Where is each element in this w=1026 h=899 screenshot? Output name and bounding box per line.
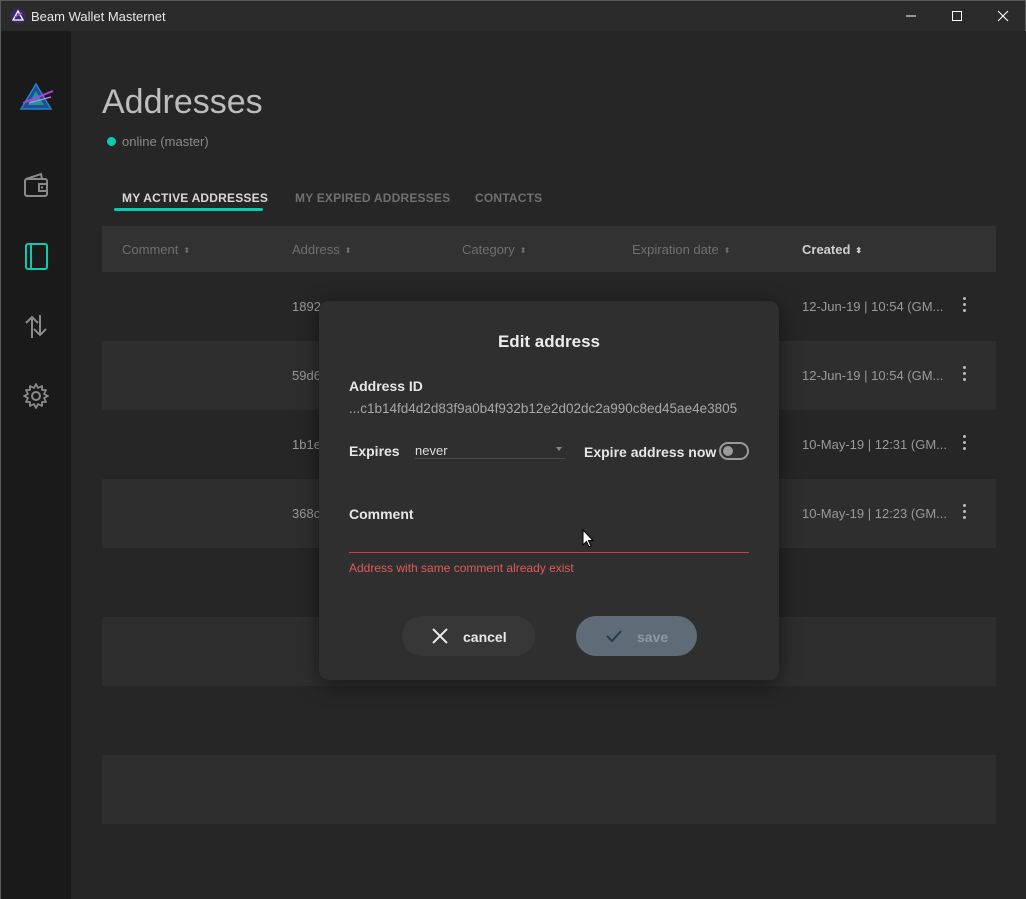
maximize-button[interactable] <box>934 1 980 31</box>
status-text: online (master) <box>122 134 209 149</box>
beam-logo-icon <box>19 82 54 110</box>
row-address: 59d6 <box>292 368 321 383</box>
table-row-empty <box>102 755 996 824</box>
cancel-button[interactable]: cancel <box>402 616 535 656</box>
column-header-comment[interactable]: Comment ⬍ <box>122 242 190 257</box>
transfer-arrows-icon <box>25 315 47 338</box>
address-book-icon <box>25 243 48 270</box>
comment-input[interactable] <box>349 531 749 553</box>
tab-my-active-addresses[interactable]: MY ACTIVE ADDRESSES <box>122 191 268 205</box>
row-menu-button[interactable] <box>957 294 971 318</box>
checkmark-icon <box>606 630 622 642</box>
expire-now-toggle[interactable] <box>719 442 749 460</box>
expires-label: Expires <box>349 443 400 459</box>
table-header: Comment ⬍ Address ⬍ Category ⬍ Expiration d… <box>102 226 996 272</box>
save-label: save <box>637 629 669 645</box>
sidebar-item-settings[interactable] <box>21 381 51 411</box>
sidebar-item-utxo[interactable] <box>21 311 51 341</box>
sort-icon: ⬍ <box>855 246 863 255</box>
mouse-cursor-icon <box>582 529 594 548</box>
expires-selected-value: never <box>415 443 448 458</box>
row-address: 368c <box>292 506 321 521</box>
toggle-knob <box>723 446 733 456</box>
sidebar <box>1 31 71 899</box>
column-header-expiration-date[interactable]: Expiration date ⬍ <box>632 242 730 257</box>
column-header-address[interactable]: Address ⬍ <box>292 242 351 257</box>
sidebar-item-addresses[interactable] <box>21 241 51 271</box>
edit-address-dialog: Edit address Address ID ...c1b14fd4d2d83… <box>319 301 779 680</box>
minimize-button[interactable] <box>888 1 934 31</box>
tab-contacts[interactable]: CONTACTS <box>475 191 542 205</box>
network-status: online (master) <box>107 134 209 150</box>
page-title: Addresses <box>102 83 263 121</box>
row-created: 12-Jun-19 | 10:54 (GM... <box>802 368 944 383</box>
comment-label: Comment <box>349 506 414 522</box>
beam-logo-icon <box>10 8 26 24</box>
save-button[interactable]: save <box>576 616 697 656</box>
sort-icon: ⬍ <box>183 246 191 255</box>
row-menu-button[interactable] <box>957 501 971 525</box>
address-id-value: ...c1b14fd4d2d83f9a0b4f932b12e2d02dc2a99… <box>349 401 738 416</box>
row-created: 10-May-19 | 12:31 (GM... <box>802 437 947 452</box>
gear-icon <box>23 383 49 409</box>
close-icon <box>997 10 1009 22</box>
sidebar-item-wallet[interactable] <box>21 171 51 201</box>
minimize-icon <box>906 15 916 17</box>
tab-my-expired-addresses[interactable]: MY EXPIRED ADDRESSES <box>295 191 450 205</box>
row-address: 1892 <box>292 299 321 314</box>
sort-icon: ⬍ <box>723 246 731 255</box>
column-header-category[interactable]: Category ⬍ <box>462 242 526 257</box>
app-window: Beam Wallet Masternet Addresses online (… <box>0 0 1026 899</box>
chevron-down-icon <box>556 447 562 451</box>
row-created: 12-Jun-19 | 10:54 (GM... <box>802 299 944 314</box>
row-address: 1b1e <box>292 437 321 452</box>
close-icon <box>432 628 448 644</box>
window-title: Beam Wallet Masternet <box>31 9 166 24</box>
comment-error-message: Address with same comment already exist <box>349 561 574 575</box>
cancel-label: cancel <box>463 629 507 645</box>
title-bar: Beam Wallet Masternet <box>1 1 1025 31</box>
wallet-icon <box>24 172 48 197</box>
row-created: 10-May-19 | 12:23 (GM... <box>802 506 947 521</box>
maximize-icon <box>952 11 962 21</box>
expire-now-label: Expire address now <box>584 444 717 460</box>
expires-dropdown[interactable]: never <box>415 441 565 459</box>
sort-icon: ⬍ <box>344 246 352 255</box>
column-header-created[interactable]: Created ⬍ <box>802 242 862 257</box>
status-online-indicator <box>107 137 116 146</box>
dialog-title: Edit address <box>497 332 601 351</box>
row-menu-button[interactable] <box>957 432 971 456</box>
address-id-label: Address ID <box>349 378 423 394</box>
sort-icon: ⬍ <box>519 246 527 255</box>
close-window-button[interactable] <box>980 1 1026 31</box>
row-menu-button[interactable] <box>957 363 971 387</box>
active-tab-indicator <box>114 208 263 211</box>
